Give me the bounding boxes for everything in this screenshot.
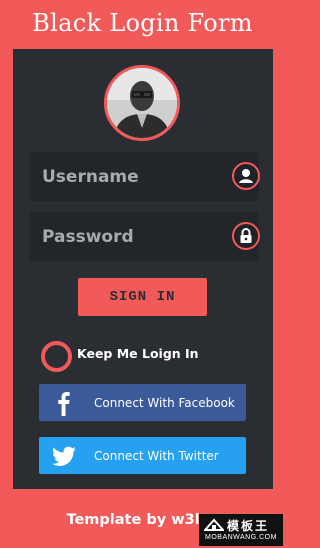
site-watermark: 模板王 MOBANWANG.COM [199,514,283,546]
password-placeholder: Password [42,227,134,247]
sign-in-button[interactable]: SIGN IN [78,278,207,316]
avatar-image [107,68,177,138]
password-field[interactable]: Password [29,212,260,261]
facebook-icon [51,390,77,416]
connect-facebook-button[interactable]: Connect With Facebook [39,384,246,421]
user-icon [232,162,260,190]
keep-logged-in-checkbox[interactable] [41,341,72,372]
username-placeholder: Username [42,167,139,187]
page-title: Black Login Form [32,9,253,37]
login-panel: Username Password SIGN IN Keep Me Loign … [13,49,273,489]
twitter-icon [51,443,77,469]
lock-icon [232,222,260,250]
twitter-label: Connect With Twitter [94,449,219,463]
watermark-logo-icon [204,518,224,531]
watermark-text: 模板王 [227,519,270,533]
avatar [104,65,180,141]
connect-twitter-button[interactable]: Connect With Twitter [39,437,246,474]
username-field[interactable]: Username [29,152,260,201]
watermark-subtext: MOBANWANG.COM [205,534,277,541]
facebook-label: Connect With Facebook [94,396,235,410]
keep-logged-in-label: Keep Me Loign In [77,346,199,361]
